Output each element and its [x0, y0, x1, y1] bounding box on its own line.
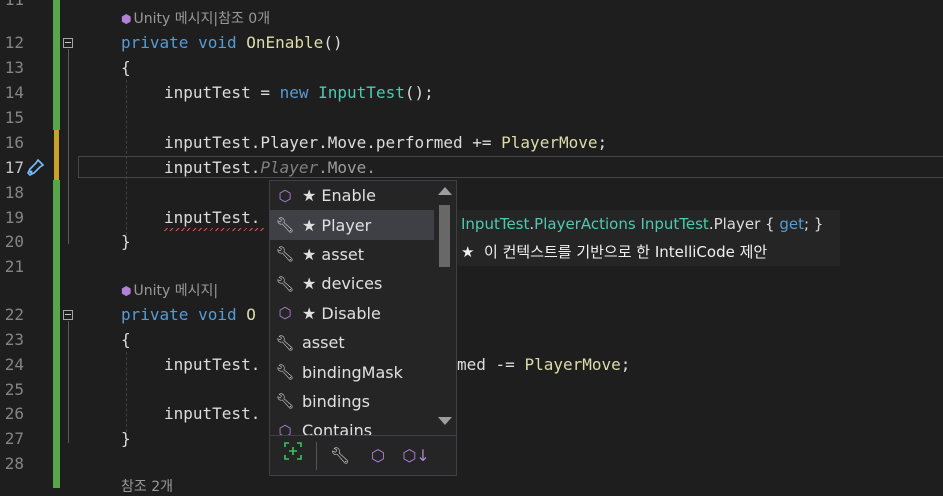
completion-scrollbar[interactable]	[435, 181, 457, 435]
quick-actions-icon[interactable]	[24, 158, 46, 180]
line-number: 19	[4, 208, 24, 227]
change-bar-unsaved	[54, 130, 59, 180]
line-number: 28	[4, 454, 24, 473]
line-number: 14	[4, 83, 24, 102]
fold-line	[68, 49, 69, 244]
line-number: 17	[4, 158, 24, 177]
code-line: inputTest.	[164, 208, 261, 227]
scroll-up-arrow-icon[interactable]	[438, 187, 452, 195]
line-number: 22	[4, 305, 24, 324]
line-number: 21	[4, 257, 24, 276]
line-number: 20	[4, 232, 24, 251]
line-number: 24	[4, 355, 24, 374]
collapse-toggle[interactable]	[63, 310, 73, 320]
method-filter-icon[interactable]: ⬡	[363, 441, 393, 471]
line-number: 27	[4, 429, 24, 448]
extension-method-filter-icon[interactable]: ⬡↓	[401, 441, 431, 471]
code-line: {	[121, 330, 131, 349]
completion-item[interactable]: 🔧︎ asset	[270, 328, 434, 357]
method-icon: ⬡	[278, 186, 292, 205]
line-number: 25	[4, 380, 24, 399]
codelens[interactable]: ⬢ Unity 메시지|	[121, 280, 218, 300]
star-icon: ★	[461, 243, 475, 261]
completion-item[interactable]: 🔧︎ bindings	[270, 387, 434, 416]
code-line: }	[121, 232, 131, 251]
line-number: 23	[4, 330, 24, 349]
completion-item[interactable]: 🔧︎ ★ asset	[270, 240, 434, 269]
wrench-icon: 🔧︎	[275, 245, 295, 264]
code-line-tail: med -= PlayerMove;	[457, 355, 631, 374]
code-line: private void OnEnable()	[121, 33, 343, 52]
scroll-thumb[interactable]	[439, 205, 450, 267]
method-icon: ⬡	[278, 304, 292, 323]
code-line: private void O	[121, 305, 256, 324]
completion-item[interactable]: ⬡ ★ Disable	[270, 299, 434, 328]
error-squiggle	[164, 228, 264, 231]
line-number: 16	[4, 133, 24, 152]
code-editor[interactable]: 11 12 13 14 15 16 17 18 19 20 21 22 23 2…	[0, 0, 943, 495]
wrench-icon: 🔧︎	[275, 392, 295, 411]
unity-cube-icon: ⬢	[121, 12, 132, 26]
completion-item[interactable]: ⬡ ★ Enable	[270, 181, 434, 210]
line-number: 11	[0, 0, 24, 10]
completion-item[interactable]: ⬡ Contains	[270, 416, 434, 435]
fold-line	[68, 321, 69, 443]
unity-cube-icon: ⬢	[121, 284, 132, 298]
codelens[interactable]: ⬢ Unity 메시지|참조 0개	[121, 8, 270, 28]
code-line-current[interactable]: inputTest.Player.Move.	[164, 158, 376, 178]
indent-guide	[126, 352, 127, 432]
line-number: 18	[4, 183, 24, 202]
method-icon: ⬡	[278, 421, 292, 435]
intellisense-popup[interactable]: ⬡ ★ Enable 🔧︎ ★ Player 🔧︎ ★ asset 🔧︎ ★ devic…	[269, 180, 457, 476]
completion-item-selected[interactable]: 🔧︎ ★ Player	[270, 210, 434, 240]
completion-list[interactable]: ⬡ ★ Enable 🔧︎ ★ Player 🔧︎ ★ asset 🔧︎ ★ devic…	[270, 181, 434, 435]
quickinfo-tooltip: InputTest.PlayerActions InputTest.Player…	[457, 210, 840, 266]
code-line: inputTest = new InputTest();	[164, 83, 434, 102]
wrench-icon: 🔧︎	[275, 363, 295, 382]
code-line: inputTest.	[164, 355, 261, 374]
intellicode-suggestion-note: ★ 이 컨텍스트를 기반으로 한 IntelliCode 제안	[461, 243, 768, 261]
completion-item[interactable]: 🔧︎ ★ devices	[270, 269, 434, 298]
property-filter-icon[interactable]: 🔧︎	[325, 441, 355, 471]
change-bar	[53, 0, 60, 130]
wrench-icon: 🔧︎	[275, 274, 295, 293]
filter-separator	[316, 442, 317, 470]
expand-filter-icon[interactable]	[278, 441, 308, 471]
line-number: 26	[4, 404, 24, 423]
scroll-down-arrow-icon[interactable]	[438, 417, 452, 425]
wrench-icon: 🔧︎	[275, 216, 295, 235]
completion-filter-bar: 🔧︎ ⬡ ⬡↓	[270, 435, 456, 476]
change-bar	[53, 180, 60, 488]
line-number: 15	[4, 108, 24, 127]
code-line: }	[121, 429, 131, 448]
wrench-icon: 🔧︎	[275, 333, 295, 352]
completion-item[interactable]: 🔧︎ bindingMask	[270, 357, 434, 386]
line-number: 13	[4, 58, 24, 77]
member-signature: InputTest.PlayerActions InputTest.Player…	[461, 215, 824, 233]
code-line: inputTest.	[164, 404, 261, 423]
collapse-toggle[interactable]	[63, 38, 73, 48]
codelens[interactable]: 참조 2개	[121, 476, 173, 496]
line-number: 12	[4, 33, 24, 52]
code-line: {	[121, 58, 131, 77]
code-line: inputTest.Player.Move.performed += Playe…	[164, 133, 608, 152]
